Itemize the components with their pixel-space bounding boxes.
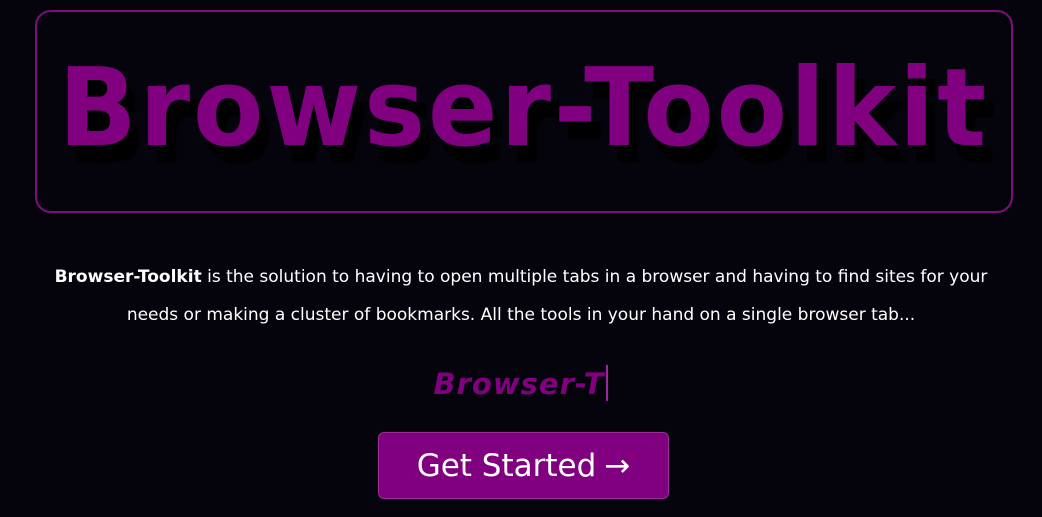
get-started-label: Get Started: [416, 447, 597, 484]
hero-title: Browser-Toolkit: [58, 45, 990, 171]
description-text: Browser-Toolkit is the solution to havin…: [0, 258, 1042, 334]
typing-animation: Browser-T: [0, 365, 1042, 401]
landing-page: Browser-Toolkit Browser-Toolkit is the s…: [0, 0, 1042, 517]
hero-banner: Browser-Toolkit: [35, 10, 1013, 213]
description-brand: Browser-Toolkit: [54, 267, 202, 287]
description-line1: is the solution to having to open multip…: [201, 267, 988, 287]
typing-caret: [606, 365, 609, 401]
description-line2: needs or making a cluster of bookmarks. …: [126, 305, 916, 325]
typing-text: Browser-T: [433, 367, 605, 401]
arrow-right-icon: →: [604, 447, 631, 484]
get-started-button[interactable]: Get Started →: [378, 432, 669, 499]
